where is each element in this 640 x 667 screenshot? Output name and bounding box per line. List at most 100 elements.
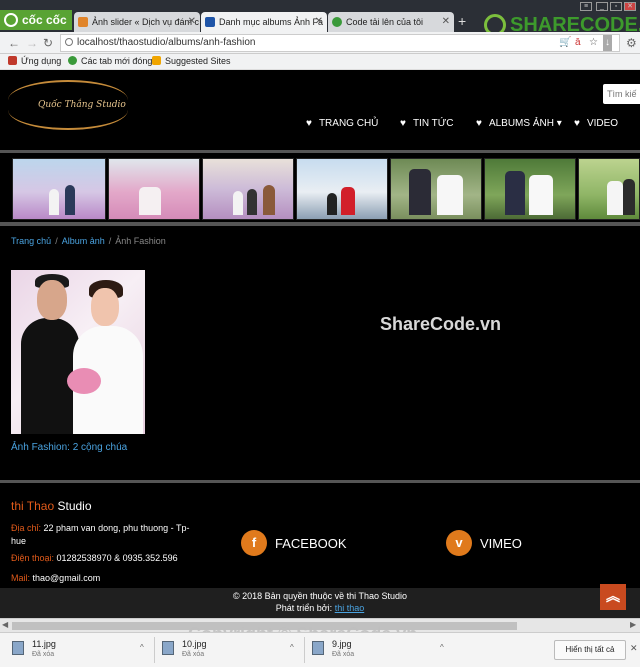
chevron-up-icon[interactable]: ^ <box>140 643 144 652</box>
slider-photo[interactable] <box>296 158 388 220</box>
reload-icon[interactable]: ↻ <box>43 36 53 50</box>
download-filename: 11.jpg <box>32 639 56 649</box>
vimeo-link[interactable]: v VIMEO <box>446 530 522 556</box>
download-item[interactable]: 10.jpg Đã xóa ^ <box>162 639 302 663</box>
heart-icon: ♥ <box>574 118 580 129</box>
download-status: Đã xóa <box>32 651 55 658</box>
developer-link[interactable]: thi thao <box>335 603 365 613</box>
tab-anh-slider[interactable]: Ảnh slider « Dịch vụ đám c ✕ <box>74 12 200 32</box>
image-file-icon <box>12 641 24 655</box>
back-icon[interactable]: ← <box>8 36 20 50</box>
breadcrumb-separator: / <box>55 236 58 246</box>
download-filename: 9.jpg <box>332 639 352 649</box>
download-status: Đã xóa <box>332 651 355 658</box>
tab-favicon-icon <box>332 17 342 27</box>
site-logo[interactable]: Quốc Thắng Studio <box>8 80 128 130</box>
sharecode-watermark: ShareCode.vn <box>380 314 502 334</box>
close-icon[interactable]: ✕ <box>315 12 323 32</box>
browser-brand[interactable]: cốc cốc <box>0 10 72 30</box>
cart-icon[interactable]: 🛒 <box>559 35 571 51</box>
download-status: Đã xóa <box>182 651 205 658</box>
slider-photo[interactable] <box>108 158 200 220</box>
scroll-right-icon[interactable]: ▶ <box>630 620 636 629</box>
slider-photo[interactable] <box>484 158 576 220</box>
settings-icon[interactable]: ⚙ <box>626 36 637 50</box>
copyright-bar: © 2018 Bản quyền thuộc về thi Thao Studi… <box>0 588 640 618</box>
slider-photo[interactable] <box>390 158 482 220</box>
search-input[interactable] <box>603 84 640 104</box>
close-icon[interactable]: ✕ <box>188 12 196 32</box>
footer-studio-name: thi Thao Studio <box>11 499 92 513</box>
nav-label: VIDEO <box>586 118 619 129</box>
developed-label: Phát triển bởi: <box>275 603 333 613</box>
slider-photo[interactable] <box>578 158 640 220</box>
menu-icon[interactable]: ≡ <box>580 2 592 11</box>
minimize-icon[interactable]: _ <box>596 2 608 11</box>
nav-label: TRANG CHỦ <box>318 118 379 129</box>
bookmark-suggested-sites[interactable]: Suggested Sites <box>152 56 231 66</box>
facebook-link[interactable]: f FACEBOOK <box>241 530 347 556</box>
breadcrumb-home[interactable]: Trang chủ <box>11 236 51 246</box>
scroll-to-top-button[interactable]: ︽ <box>600 584 626 610</box>
address-label: Địa chỉ: <box>11 523 42 533</box>
forward-icon[interactable]: → <box>26 36 38 50</box>
footer-mail: Mail: thao@gmail.com <box>11 572 191 585</box>
page-info-icon[interactable] <box>65 38 73 46</box>
nav-home[interactable]: ♥ TRANG CHỦ <box>306 118 378 129</box>
heart-icon: ♥ <box>306 118 312 129</box>
downloads-bar: 11.jpg Đã xóa ^ 10.jpg Đã xóa ^ 9.jpg Đã… <box>0 632 640 667</box>
bookmark-recent-tabs[interactable]: Các tab mới đóng <box>68 56 152 66</box>
window-close-icon[interactable]: ✕ <box>624 2 636 11</box>
copyright-text: © 2018 Bản quyền thuộc về thi Thao Studi… <box>232 591 408 601</box>
tab-danh-muc-albums[interactable]: Danh mục albums Ảnh Fa ✕ <box>201 12 327 32</box>
image-file-icon <box>312 641 324 655</box>
breadcrumb-current: Ảnh Fashion <box>115 236 166 246</box>
album-caption-link[interactable]: Ảnh Fashion: 2 cộng chúa <box>11 442 127 453</box>
new-tab-icon[interactable]: + <box>458 13 466 29</box>
download-filename: 10.jpg <box>182 639 207 649</box>
download-item[interactable]: 9.jpg Đã xóa ^ <box>312 639 452 663</box>
close-icon[interactable]: ✕ <box>630 643 638 654</box>
photo-slider[interactable] <box>8 158 640 220</box>
heart-icon: ♥ <box>476 118 482 129</box>
footer-divider <box>0 480 640 483</box>
url-text: localhost/thaostudio/albums/anh-fashion <box>77 37 256 48</box>
dictionary-icon[interactable]: ā <box>575 35 581 51</box>
bookmark-apps[interactable]: Ứng dụng <box>8 56 61 66</box>
nav-news[interactable]: ♥ TIN TỨC <box>400 118 454 129</box>
url-field[interactable]: localhost/thaostudio/albums/anh-fashion … <box>60 34 620 52</box>
tab-code-tai-len[interactable]: Code tải lên của tôi ✕ <box>328 12 454 32</box>
vimeo-label: VIMEO <box>480 535 522 551</box>
download-item[interactable]: 11.jpg Đã xóa ^ <box>12 639 152 663</box>
bookmark-star-icon[interactable]: ☆ <box>589 35 598 51</box>
show-all-downloads-button[interactable]: Hiển thị tất cả <box>554 640 626 660</box>
slider-photo[interactable] <box>12 158 106 220</box>
bookmark-label: Suggested Sites <box>165 56 231 66</box>
suggested-sites-icon <box>152 56 161 65</box>
browser-brand-label: cốc cốc <box>22 13 67 27</box>
image-file-icon <box>162 641 174 655</box>
mail-value: thao@gmail.com <box>32 573 101 583</box>
album-thumbnail[interactable] <box>11 270 145 434</box>
tab-label: Code tải lên của tôi <box>346 17 424 27</box>
slider-photo[interactable] <box>202 158 294 220</box>
phone-label: Điện thoại: <box>11 553 55 563</box>
facebook-label: FACEBOOK <box>275 535 347 551</box>
bookmark-label: Ứng dụng <box>21 56 62 66</box>
vimeo-icon: v <box>446 530 472 556</box>
close-icon[interactable]: ✕ <box>442 12 450 32</box>
heart-icon: ♥ <box>400 118 406 129</box>
slider-divider <box>0 222 640 226</box>
site-brand-name: Quốc Thắng Studio <box>38 100 126 110</box>
footer-address: Địa chỉ: 22 pham van dong, phu thuong - … <box>11 522 191 548</box>
mail-label: Mail: <box>11 573 31 583</box>
chevron-up-icon[interactable]: ^ <box>290 643 294 652</box>
nav-albums[interactable]: ♥ ALBUMS ẢNH ▾ <box>476 118 562 129</box>
chevron-up-icon[interactable]: ^ <box>440 643 444 652</box>
restore-icon[interactable]: ▫ <box>610 2 622 11</box>
breadcrumb-albums[interactable]: Album ảnh <box>62 236 105 246</box>
nav-video[interactable]: ♥ VIDEO <box>574 118 618 129</box>
scroll-left-icon[interactable]: ◀ <box>2 620 8 629</box>
download-icon[interactable]: ↓ <box>603 35 612 51</box>
developed-by: Phát triển bởi: thi thao <box>0 603 640 613</box>
